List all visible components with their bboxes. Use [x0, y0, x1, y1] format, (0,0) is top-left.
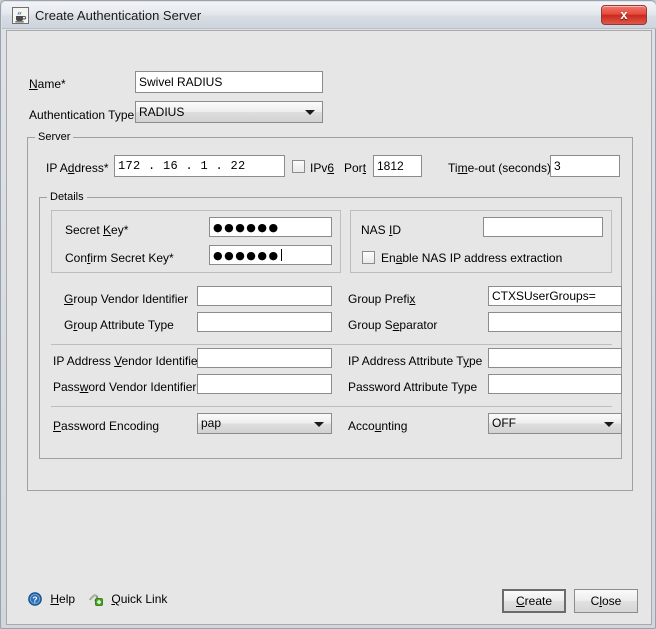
name-input[interactable]: Swivel RADIUS — [135, 71, 323, 93]
window-title: Create Authentication Server — [35, 8, 202, 23]
close-label: Close — [590, 594, 622, 608]
group-vendor-identifier-input[interactable] — [197, 286, 332, 306]
java-coffee-cup-icon — [12, 7, 29, 24]
server-group-panel: Server IP Address* 172 . 16 . 1 . 22 IPv… — [27, 131, 633, 491]
ip-vendor-identifier-label: IP Address Vendor Identifier — [53, 354, 202, 368]
password-attribute-type-label: Password Attribute Type — [348, 380, 478, 394]
authentication-type-select[interactable]: RADIUS — [135, 101, 323, 123]
password-vendor-identifier-input[interactable] — [197, 374, 332, 394]
port-input[interactable]: 1812 — [373, 155, 422, 177]
secret-key-value: ●●●●●● — [213, 221, 280, 234]
authentication-type-label: Authentication Type — [29, 108, 135, 122]
name-label: Name* — [29, 77, 66, 91]
nas-id-label: NAS ID — [361, 223, 402, 237]
password-encoding-label: Password Encoding — [53, 419, 160, 433]
server-group-title: Server — [35, 131, 74, 143]
group-prefix-label: Group Prefix — [348, 292, 416, 306]
password-vendor-identifier-label: Password Vendor Identifier — [53, 380, 197, 394]
group-attribute-type-input[interactable] — [197, 312, 332, 332]
ipv6-checkbox[interactable] — [292, 160, 305, 173]
divider — [51, 406, 612, 407]
close-icon: x — [620, 7, 628, 22]
help-icon: ? — [28, 592, 42, 606]
ip-attribute-type-input[interactable] — [488, 348, 622, 368]
create-button[interactable]: Create — [502, 589, 566, 613]
confirm-secret-key-input[interactable]: ●●●●●● — [209, 245, 332, 265]
divider — [51, 344, 612, 345]
nas-subpanel: NAS ID Enable NAS IP address extraction — [350, 210, 612, 273]
quick-link-button[interactable]: Quick Link — [88, 592, 167, 606]
quick-link-icon — [89, 594, 103, 606]
group-attribute-type-label: Group Attribute Type — [64, 318, 174, 332]
timeout-input[interactable]: 3 — [550, 155, 620, 177]
secret-key-subpanel: Secret Key* ●●●●●● Confirm Secret Key* ●… — [51, 210, 341, 273]
password-encoding-value: pap — [201, 416, 222, 430]
ip-vendor-identifier-input[interactable] — [197, 348, 332, 368]
chevron-down-icon — [604, 421, 614, 427]
nas-id-input[interactable] — [483, 217, 603, 237]
help-label: Help — [50, 592, 76, 606]
chevron-down-icon — [305, 110, 315, 115]
password-encoding-select[interactable]: pap — [197, 413, 332, 434]
group-prefix-input[interactable]: CTXSUserGroups= — [488, 286, 622, 306]
close-window-button[interactable]: x — [601, 5, 647, 25]
enable-nas-extraction-label: Enable NAS IP address extraction — [381, 251, 563, 265]
dialog-content: Name* Swivel RADIUS Authentication Type … — [6, 30, 652, 625]
timeout-label: Time-out (seconds) — [448, 161, 551, 175]
ip-address-input[interactable]: 172 . 16 . 1 . 22 — [114, 155, 285, 177]
accounting-select[interactable]: OFF — [488, 413, 622, 434]
chevron-down-icon — [314, 421, 324, 427]
ip-attribute-type-label: IP Address Attribute Type — [348, 354, 483, 368]
create-label: Create — [515, 594, 553, 608]
close-button[interactable]: Close — [574, 589, 638, 613]
text-cursor — [280, 249, 282, 261]
password-attribute-type-input[interactable] — [488, 374, 622, 394]
enable-nas-extraction-checkbox[interactable] — [362, 251, 375, 264]
confirm-secret-key-value: ●●●●●● — [213, 249, 280, 262]
help-button[interactable]: ? Help — [28, 592, 75, 606]
title-bar: Create Authentication Server x — [2, 2, 656, 29]
details-group-title: Details — [47, 191, 87, 203]
group-vendor-identifier-label: Group Vendor Identifier — [64, 292, 189, 306]
accounting-value: OFF — [492, 416, 516, 430]
dialog-footer: ? Help Quick Link Create Close — [8, 579, 650, 623]
dialog-window: Create Authentication Server x Name* Swi… — [0, 0, 656, 629]
port-label: Port — [344, 161, 367, 175]
secret-key-input[interactable]: ●●●●●● — [209, 217, 332, 237]
quick-link-label: Quick Link — [111, 592, 168, 606]
accounting-label: Accounting — [348, 419, 408, 433]
ipv6-label: IPv6 — [310, 161, 335, 175]
authentication-type-value: RADIUS — [139, 105, 185, 119]
confirm-secret-key-label: Confirm Secret Key* — [65, 251, 174, 265]
details-group-panel: Details Secret Key* ●●●●●● Confirm Secre… — [39, 191, 622, 459]
group-separator-label: Group Separator — [348, 318, 438, 332]
svg-text:?: ? — [32, 594, 37, 604]
ip-address-label: IP Address* — [46, 161, 109, 175]
group-separator-input[interactable] — [488, 312, 622, 332]
secret-key-label: Secret Key* — [65, 223, 129, 237]
